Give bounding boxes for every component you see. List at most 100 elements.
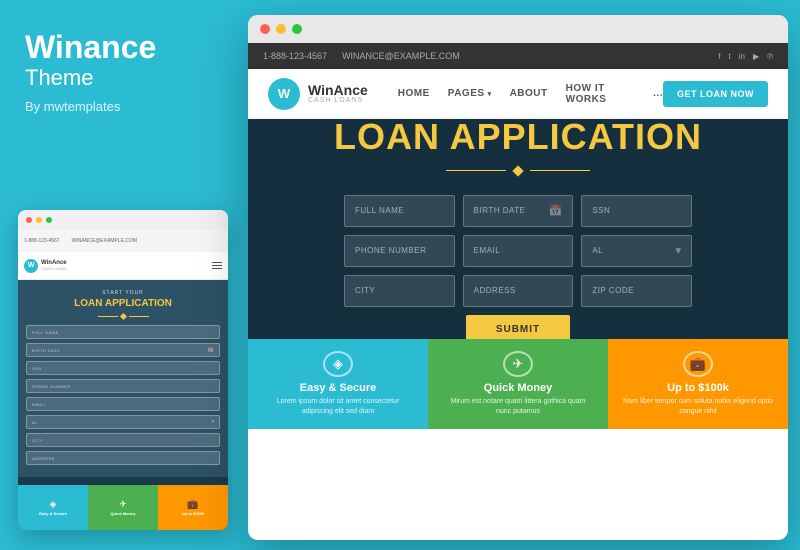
- mini-start-text: START YOUR: [26, 290, 220, 296]
- social-pinterest[interactable]: ℗: [767, 52, 773, 61]
- feature-easy-secure: ◈ Easy & Secure Lorem ipsum dolor sit am…: [248, 339, 428, 429]
- mini-field-birthdate[interactable]: BIRTH DATE 📅: [26, 343, 220, 357]
- mini-field-address[interactable]: ADDRESS: [26, 451, 220, 465]
- theme-author: By mwtemplates: [25, 99, 215, 114]
- hero-title: LOAN APPLICATION: [334, 119, 702, 157]
- feature-100k: 💼 Up to $100k Nam liber tempor cum solut…: [608, 339, 788, 429]
- form-row-1: FULL NAME BIRTH DATE 📅 SSN: [344, 195, 692, 227]
- mini-topbar: [18, 210, 228, 230]
- nav-about[interactable]: ABOUT: [510, 83, 548, 105]
- feature-quick-title: Quick Money: [484, 382, 552, 394]
- field-birth-date[interactable]: BIRTH DATE 📅: [463, 195, 574, 227]
- mini-email: WINANCE@EXAMPLE.COM: [72, 238, 137, 244]
- main-topbar: [248, 15, 788, 43]
- submit-row: SUBMIT: [344, 315, 692, 339]
- info-bar: 1-888-123-4567 WINANCE@EXAMPLE.COM f t i…: [248, 43, 788, 69]
- mini-content: 1-888-123-4567 WINANCE@EXAMPLE.COM W Win…: [18, 230, 228, 530]
- main-dot-red: [260, 24, 270, 34]
- mini-phone: 1-888-123-4567: [24, 238, 60, 244]
- mini-field-state[interactable]: AL ▾: [26, 415, 220, 429]
- get-loan-button[interactable]: GET LOAN NOW: [663, 81, 768, 107]
- main-logo-circle: W: [268, 78, 300, 110]
- briefcase-feature-icon: 💼: [683, 351, 713, 377]
- mini-features: ◈ Easy & Secure ✈ Quick Money 💼 Up to $1…: [18, 485, 228, 530]
- main-nav: W WinAnce CASH LOANS HOME PAGES ▾ ABOUT …: [248, 69, 788, 119]
- field-full-name[interactable]: FULL NAME: [344, 195, 455, 227]
- theme-subtitle: Theme: [25, 65, 215, 91]
- hero-section: START YOUR LOAN APPLICATION FULL NAME BI…: [248, 119, 788, 339]
- main-logo-tagline: CASH LOANS: [308, 97, 368, 104]
- chevron-down-icon: ▾: [675, 244, 681, 257]
- info-phone: 1-888-123-4567: [263, 51, 327, 61]
- nav-how-it-works[interactable]: HOW IT WORKS: [566, 83, 636, 105]
- diamond-icon: [512, 165, 523, 176]
- main-dot-green: [292, 24, 302, 34]
- mini-logo-text: WinAnce CASH LOANS: [41, 260, 67, 271]
- main-content: 1-888-123-4567 WINANCE@EXAMPLE.COM f t i…: [248, 43, 788, 540]
- nav-pages[interactable]: PAGES ▾: [448, 83, 492, 105]
- loan-form: FULL NAME BIRTH DATE 📅 SSN PHONE NUMBER: [334, 195, 702, 339]
- info-email: WINANCE@EXAMPLE.COM: [342, 51, 460, 61]
- main-dot-yellow: [276, 24, 286, 34]
- feature-quick-desc: Mirum est notare quam littera gothica qu…: [443, 397, 593, 417]
- theme-name: Winance: [25, 30, 215, 65]
- social-youtube[interactable]: ▶: [753, 52, 759, 61]
- mini-loan-title: LOAN APPLICATION: [26, 298, 220, 310]
- field-email[interactable]: EMAIL: [463, 235, 574, 267]
- mini-feature-easy: ◈ Easy & Secure: [18, 485, 88, 530]
- nav-home[interactable]: HOME: [398, 83, 430, 105]
- main-nav-links: HOME PAGES ▾ ABOUT HOW IT WORKS ...: [398, 83, 663, 105]
- submit-button[interactable]: SUBMIT: [466, 315, 570, 339]
- mini-field-ssn[interactable]: SSN: [26, 361, 220, 375]
- hero-content: START YOUR LOAN APPLICATION FULL NAME BI…: [334, 119, 702, 339]
- mini-field-fullname[interactable]: FULL NAME: [26, 325, 220, 339]
- social-twitter[interactable]: t: [728, 52, 730, 61]
- field-phone[interactable]: PHONE NUMBER: [344, 235, 455, 267]
- field-city[interactable]: CITY: [344, 275, 455, 307]
- mini-dot-green: [46, 217, 52, 223]
- mini-infobar: 1-888-123-4567 WINANCE@EXAMPLE.COM: [18, 230, 228, 252]
- mini-browser: 1-888-123-4567 WINANCE@EXAMPLE.COM W Win…: [18, 210, 228, 530]
- mini-hero: START YOUR LOAN APPLICATION FULL NAME BI…: [18, 280, 228, 477]
- mini-navbar: W WinAnce CASH LOANS: [18, 252, 228, 280]
- mini-field-phone[interactable]: PHONE NUMBER: [26, 379, 220, 393]
- mini-logo: W WinAnce CASH LOANS: [24, 259, 67, 273]
- field-address[interactable]: ADDRESS: [463, 275, 574, 307]
- mini-field-email[interactable]: EMAIL: [26, 397, 220, 411]
- mini-field-city[interactable]: CITY: [26, 433, 220, 447]
- field-state-select[interactable]: AL ▾: [581, 235, 692, 267]
- field-zip[interactable]: ZIP CODE: [581, 275, 692, 307]
- mini-divider: [26, 314, 220, 319]
- main-logo-name: WinAnce: [308, 83, 368, 97]
- form-row-3: CITY ADDRESS ZIP CODE: [344, 275, 692, 307]
- send-feature-icon: ✈: [503, 351, 533, 377]
- feature-easy-title: Easy & Secure: [300, 382, 376, 394]
- social-facebook[interactable]: f: [718, 52, 720, 61]
- feature-easy-desc: Lorem ipsum dolor sit amet consectetur a…: [263, 397, 413, 417]
- mini-logo-circle: W: [24, 259, 38, 273]
- chevron-down-icon: ▾: [488, 90, 492, 98]
- mini-dot-yellow: [36, 217, 42, 223]
- divider-line-right: [530, 170, 590, 171]
- info-bar-left: 1-888-123-4567 WINANCE@EXAMPLE.COM: [263, 51, 703, 61]
- social-linkedin[interactable]: in: [739, 52, 745, 61]
- mini-dot-red: [26, 217, 32, 223]
- feature-100k-desc: Nam liber tempor cum soluta nobis eligen…: [623, 397, 773, 417]
- main-logo: W WinAnce CASH LOANS: [268, 78, 368, 110]
- feature-quick-money: ✈ Quick Money Mirum est notare quam litt…: [428, 339, 608, 429]
- mini-feature-100k: 💼 Up to $100k: [158, 485, 228, 530]
- divider-line-left: [446, 170, 506, 171]
- info-bar-right: f t in ▶ ℗: [718, 52, 773, 61]
- main-browser: 1-888-123-4567 WINANCE@EXAMPLE.COM f t i…: [248, 15, 788, 540]
- field-ssn[interactable]: SSN: [581, 195, 692, 227]
- form-row-2: PHONE NUMBER EMAIL AL ▾: [344, 235, 692, 267]
- calendar-icon: 📅: [549, 204, 563, 217]
- mini-hamburger-icon[interactable]: [212, 262, 222, 269]
- features-section: ◈ Easy & Secure Lorem ipsum dolor sit am…: [248, 339, 788, 429]
- diamond-feature-icon: ◈: [323, 351, 353, 377]
- left-panel: Winance Theme By mwtemplates 1-888-123-4…: [0, 0, 240, 550]
- nav-more[interactable]: ...: [653, 83, 663, 105]
- hero-divider: [334, 167, 702, 175]
- feature-100k-title: Up to $100k: [667, 382, 729, 394]
- mini-feature-quick: ✈ Quick Money: [88, 485, 158, 530]
